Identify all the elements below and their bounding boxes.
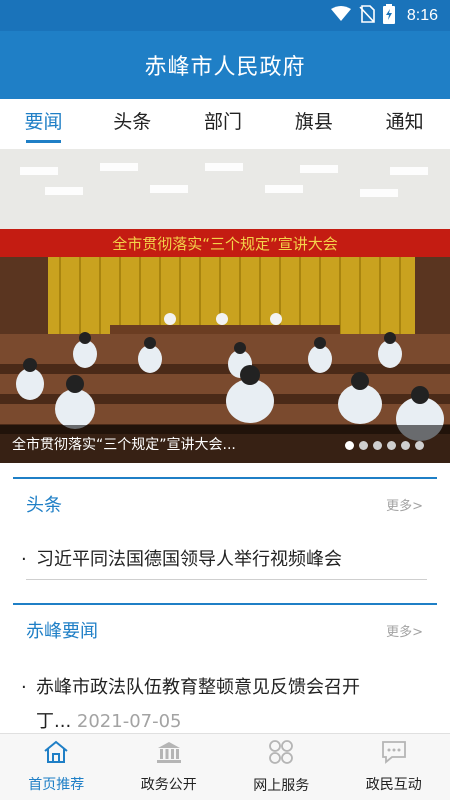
carousel-dot[interactable] <box>373 441 382 450</box>
nav-online-services[interactable]: 网上服务 <box>225 734 338 800</box>
government-building-icon <box>156 740 182 768</box>
news-title: 习近平同法国德国领导人举行视频峰会 <box>36 549 342 570</box>
bottom-navigation: 首页推荐 政务公开 网上服务 政民互动 <box>0 733 450 800</box>
nav-interaction[interactable]: 政民互动 <box>338 734 450 800</box>
no-sim-icon <box>359 4 375 27</box>
battery-charging-icon <box>382 3 395 28</box>
tab-tongzhi[interactable]: 通知 <box>359 99 450 149</box>
more-link[interactable]: 更多> <box>386 621 423 640</box>
app-bar: 赤峰市人民政府 <box>0 31 450 99</box>
carousel-dot[interactable] <box>401 441 410 450</box>
news-title-line1: 赤峰市政法队伍教育整顿意见反馈会召开 <box>36 677 360 698</box>
status-time: 8:16 <box>406 6 438 24</box>
section-title: 头条 <box>26 495 62 516</box>
carousel-indicator <box>345 441 424 450</box>
nav-label: 网上服务 <box>253 778 310 794</box>
section-title: 赤峰要闻 <box>26 621 98 642</box>
news-item[interactable]: · 习近平同法国德国领导人举行视频峰会 <box>13 543 437 577</box>
tab-toutiao[interactable]: 头条 <box>87 99 178 149</box>
more-link[interactable]: 更多> <box>386 495 423 514</box>
nav-label: 政务公开 <box>140 777 197 793</box>
nav-label: 政民互动 <box>365 777 422 793</box>
category-tabs: 要闻 头条 部门 旗县 通知 <box>0 99 450 149</box>
chat-bubble-icon <box>381 740 407 768</box>
nav-label: 首页推荐 <box>28 777 85 793</box>
headline-section: 头条 更多> · 习近平同法国德国领导人举行视频峰会 <box>13 477 437 605</box>
status-bar: 8:16 <box>0 0 450 31</box>
carousel-dot[interactable] <box>359 441 368 450</box>
banner-photo: 全市贯彻落实“三个规定”宣讲大会 <box>0 149 450 463</box>
bullet: · <box>21 677 27 698</box>
tab-qixian[interactable]: 旗县 <box>268 99 359 149</box>
app-title: 赤峰市人民政府 <box>144 55 306 80</box>
chifeng-news-section: 赤峰要闻 更多> · 赤峰市政法队伍教育整顿意见反馈会召开 丁... 2021-… <box>13 603 437 738</box>
nav-gov-affairs[interactable]: 政务公开 <box>113 734 226 800</box>
tab-yaowen[interactable]: 要闻 <box>0 99 87 149</box>
news-item[interactable]: · 赤峰市政法队伍教育整顿意见反馈会召开 丁... 2021-07-05 <box>13 671 437 739</box>
tab-bumen[interactable]: 部门 <box>178 99 269 149</box>
wifi-icon <box>330 5 351 26</box>
carousel-dot[interactable] <box>345 441 354 450</box>
nav-home[interactable]: 首页推荐 <box>0 734 113 800</box>
banner-backdrop-text: 全市贯彻落实“三个规定”宣讲大会 <box>112 235 338 253</box>
services-grid-icon <box>268 739 294 769</box>
carousel-dot[interactable] <box>387 441 396 450</box>
news-date: 2021-07-05 <box>76 711 182 732</box>
divider <box>26 579 427 580</box>
banner-carousel[interactable]: 全市贯彻落实“三个规定”宣讲大会 全市贯彻落实“三个规定”宣讲大会... <box>0 149 450 463</box>
bullet: · <box>21 549 27 570</box>
home-icon <box>43 740 69 768</box>
carousel-dot[interactable] <box>415 441 424 450</box>
news-title-line2: 丁... <box>36 711 72 732</box>
